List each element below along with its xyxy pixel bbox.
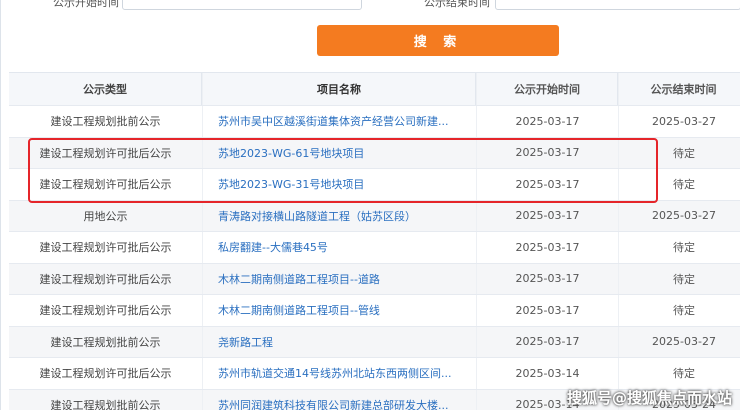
watermark: 搜狐号@搜狐焦点而水站 — [566, 389, 732, 407]
table-row: 建设工程规划许可批后公示 苏地2023-WG-31号地块项目 2025-03-17 待… — [9, 169, 740, 201]
row-project-link[interactable]: 苏州市轨道交通14号线苏州北站东西两侧区间... — [202, 358, 476, 389]
row-project-link[interactable]: 木林二期南侧道路工程项目--道路 — [202, 263, 476, 294]
header-start: 公示开始时间 — [476, 73, 618, 105]
start-date-label: 公示开始时间 — [53, 0, 119, 9]
row-type: 建设工程规划许可批后公示 — [39, 304, 172, 318]
table-row: 用地公示 青涛路对接横山路隧道工程（姑苏区段） 2025-03-17 2025-03-… — [9, 200, 740, 232]
row-project-link[interactable]: 尧新路工程 — [202, 326, 476, 357]
row-start-date: 2025-03-17 — [476, 295, 618, 326]
table-row: 建设工程规划许可批后公示 苏州市轨道交通14号线苏州北站东西两侧区间... 2025… — [9, 358, 740, 390]
row-type: 用地公示 — [83, 209, 128, 223]
row-project-link[interactable]: 私房翻建--大儒巷45号 — [202, 232, 476, 263]
table-row: 建设工程规划批前公示 尧新路工程 2025-03-17 2025-03-27 — [9, 326, 740, 358]
start-date-input[interactable] — [122, 0, 362, 10]
row-type: 建设工程规划批前公示 — [50, 398, 161, 410]
table-row: 建设工程规划许可批后公示 苏地2023-WG-61号地块项目 2025-03-17 待… — [9, 137, 740, 169]
row-type: 建设工程规划许可批后公示 — [39, 241, 172, 255]
row-project-link[interactable]: 青涛路对接横山路隧道工程（姑苏区段） — [202, 200, 476, 231]
row-end-date: 待定 — [618, 263, 740, 294]
table-header: 公示类型 项目名称 公示开始时间 公示结束时间 — [9, 73, 740, 106]
row-start-date: 2025-03-17 — [476, 232, 618, 263]
row-type: 建设工程规划许可批后公示 — [39, 272, 172, 286]
row-start-date: 2025-03-17 — [476, 326, 618, 357]
row-type: 建设工程规划批前公示 — [50, 115, 161, 129]
table-row: 建设工程规划许可批后公示 木林二期南侧道路工程项目--道路 2025-03-17 待定 — [9, 263, 740, 295]
table-row: 建设工程规划许可批后公示 木林二期南侧道路工程项目--管线 2025-03-17 待定 — [9, 295, 740, 327]
row-end-date: 2025-03-27 — [618, 326, 740, 357]
row-project-link[interactable]: 苏州同润建筑科技有限公司新建总部研发大楼... — [202, 389, 476, 410]
header-end: 公示结束时间 — [618, 73, 740, 105]
row-start-date: 2025-03-14 — [476, 358, 618, 389]
row-end-date: 待定 — [618, 295, 740, 326]
row-end-date: 2025-03-27 — [618, 106, 740, 137]
row-type: 建设工程规划许可批后公示 — [39, 367, 172, 381]
row-project-link[interactable]: 苏州市吴中区越溪街道集体资产经营公司新建... — [202, 106, 476, 137]
page: 公示开始时间 公示结束时间 搜 索 公示类型 项目名称 公示开始时间 公示结束时… — [0, 0, 740, 410]
row-end-date: 待定 — [618, 169, 740, 200]
row-project-link[interactable]: 苏地2023-WG-61号地块项目 — [202, 137, 476, 168]
header-name: 项目名称 — [202, 73, 476, 105]
row-end-date: 待定 — [618, 232, 740, 263]
end-date-input[interactable] — [495, 0, 740, 10]
row-end-date: 待定 — [618, 358, 740, 389]
row-type: 建设工程规划许可批后公示 — [39, 146, 172, 160]
date-filter-row: 公示开始时间 公示结束时间 — [1, 0, 740, 14]
row-start-date: 2025-03-17 — [476, 200, 618, 231]
table-row: 建设工程规划许可批后公示 私房翻建--大儒巷45号 2025-03-17 待定 — [9, 232, 740, 264]
row-type: 建设工程规划许可批后公示 — [39, 178, 172, 192]
row-type: 建设工程规划批前公示 — [50, 335, 161, 349]
row-project-link[interactable]: 苏地2023-WG-31号地块项目 — [202, 169, 476, 200]
row-start-date: 2025-03-17 — [476, 169, 618, 200]
search-button[interactable]: 搜 索 — [317, 25, 559, 56]
row-start-date: 2025-03-17 — [476, 263, 618, 294]
row-end-date: 待定 — [618, 137, 740, 168]
end-date-label: 公示结束时间 — [424, 0, 490, 9]
row-start-date: 2025-03-17 — [476, 137, 618, 168]
table-row: 建设工程规划批前公示 苏州市吴中区越溪街道集体资产经营公司新建... 2025-03… — [9, 106, 740, 138]
announcement-table: 公示类型 项目名称 公示开始时间 公示结束时间 建设工程规划批前公示 苏州市吴中区… — [9, 72, 740, 410]
header-type: 公示类型 — [9, 73, 202, 105]
row-end-date: 2025-03-27 — [618, 200, 740, 231]
row-project-link[interactable]: 木林二期南侧道路工程项目--管线 — [202, 295, 476, 326]
row-start-date: 2025-03-17 — [476, 106, 618, 137]
